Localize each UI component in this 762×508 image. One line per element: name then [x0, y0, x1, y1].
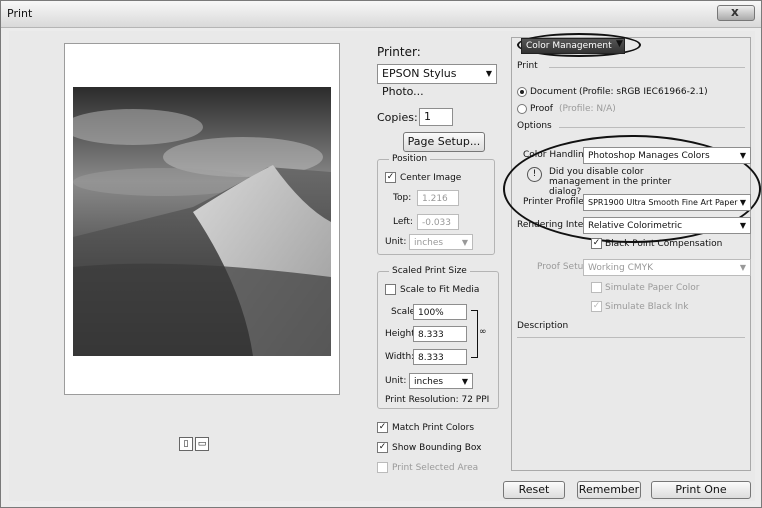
- proof-profile: (Profile: N/A): [559, 104, 616, 114]
- print-dialog: Print x ▯ ▭ Printer: EPSON Stylus Photo.…: [0, 0, 762, 508]
- print-selected-area-label: Print Selected Area: [392, 463, 479, 473]
- top-input[interactable]: 1.216: [417, 190, 459, 206]
- rendering-intent-select[interactable]: Relative Colorimetric ▼: [583, 217, 751, 234]
- close-button[interactable]: x: [717, 5, 755, 21]
- copies-label: Copies:: [377, 111, 418, 124]
- proof-setup-select[interactable]: Working CMYK ▼: [583, 259, 751, 276]
- close-icon: x: [731, 5, 739, 19]
- dune-photo: [73, 87, 331, 356]
- simulate-paper-label: Simulate Paper Color: [605, 283, 700, 293]
- width-input[interactable]: 8.333: [413, 349, 467, 365]
- panel-mode-select[interactable]: Color Management: [521, 38, 625, 54]
- printer-profile-value: SPR1900 Ultra Smooth Fine Art Paper: [588, 198, 738, 207]
- title-bar: Print x: [1, 1, 761, 28]
- show-bounding-box-checkbox[interactable]: ✓: [377, 442, 388, 453]
- printer-label: Printer:: [377, 45, 421, 59]
- chevron-down-icon: ▼: [739, 221, 746, 230]
- options-heading: Options: [517, 121, 552, 131]
- print-one-button[interactable]: Print One: [651, 481, 751, 499]
- scaled-unit-value: inches: [414, 377, 444, 387]
- scaled-print-size-legend: Scaled Print Size: [389, 266, 470, 276]
- printer-profile-select[interactable]: SPR1900 Ultra Smooth Fine Art Paper ▼: [583, 194, 751, 211]
- center-image-checkbox[interactable]: ✓: [385, 172, 396, 183]
- preview-image: [73, 87, 331, 356]
- show-bounding-box-label: Show Bounding Box: [392, 443, 482, 453]
- position-unit-value: inches: [414, 238, 444, 248]
- position-unit-select[interactable]: inches ▼: [409, 234, 473, 250]
- color-handling-select[interactable]: Photoshop Manages Colors ▼: [583, 147, 751, 164]
- landscape-orientation-icon[interactable]: ▭: [195, 437, 209, 451]
- position-unit-label: Unit:: [385, 237, 407, 247]
- info-icon: !: [527, 167, 542, 182]
- scale-to-fit-label: Scale to Fit Media: [400, 285, 480, 295]
- scale-input[interactable]: 100%: [413, 304, 467, 320]
- simulate-ink-checkbox[interactable]: ✓: [591, 301, 602, 312]
- center-image-label: Center Image: [400, 173, 462, 183]
- rendering-intent-value: Relative Colorimetric: [588, 221, 683, 231]
- chevron-down-icon: ▼: [739, 151, 746, 160]
- printer-profile-label: Printer Profile:: [523, 197, 587, 207]
- copies-input[interactable]: 1: [419, 108, 453, 126]
- scaled-unit-select[interactable]: inches ▼: [409, 373, 473, 389]
- scale-to-fit-checkbox[interactable]: [385, 284, 396, 295]
- color-handling-value: Photoshop Manages Colors: [588, 151, 710, 161]
- link-bracket: [471, 310, 478, 358]
- top-label: Top:: [393, 193, 412, 203]
- width-label: Width:: [385, 352, 415, 362]
- left-label: Left:: [393, 217, 413, 227]
- black-point-label: Black Point Compensation: [605, 239, 723, 249]
- color-management-panel: [511, 37, 751, 471]
- preview-controls: ▯ ▭: [179, 431, 211, 451]
- position-legend: Position: [389, 154, 431, 164]
- divider: [517, 337, 745, 338]
- portrait-orientation-icon[interactable]: ▯: [179, 437, 193, 451]
- printer-value: EPSON Stylus Photo...: [382, 67, 457, 98]
- chevron-down-icon: ▼: [739, 198, 746, 207]
- reset-button[interactable]: Reset: [503, 481, 565, 499]
- print-selected-area-checkbox[interactable]: [377, 462, 388, 473]
- dialog-body: ▯ ▭ Printer: EPSON Stylus Photo... ▼ Copie…: [9, 31, 761, 501]
- simulate-paper-checkbox[interactable]: [591, 282, 602, 293]
- window-title: Print: [7, 7, 33, 20]
- color-warning: Did you disable color management in the …: [549, 167, 672, 197]
- document-profile: (Profile: sRGB IEC61966-2.1): [579, 87, 708, 97]
- description-heading: Description: [517, 321, 569, 331]
- page-setup-button[interactable]: Page Setup...: [403, 132, 485, 152]
- proof-setup-value: Working CMYK: [588, 263, 654, 273]
- divider: [549, 67, 745, 68]
- match-print-colors-label: Match Print Colors: [392, 423, 475, 433]
- black-point-checkbox[interactable]: ✓: [591, 238, 602, 249]
- simulate-ink-label: Simulate Black Ink: [605, 302, 689, 312]
- printer-select[interactable]: EPSON Stylus Photo... ▼: [377, 64, 497, 98]
- print-heading: Print: [517, 61, 538, 71]
- document-label: Document: [530, 87, 577, 97]
- chevron-down-icon: ▼: [739, 263, 746, 272]
- print-resolution: Print Resolution: 72 PPI: [385, 395, 490, 405]
- chevron-down-icon: ▼: [461, 238, 468, 247]
- divider: [559, 127, 745, 128]
- height-input[interactable]: 8.333: [413, 326, 467, 342]
- scaled-unit-label: Unit:: [385, 376, 407, 386]
- match-print-colors-checkbox[interactable]: ✓: [377, 422, 388, 433]
- chevron-down-icon[interactable]: ▼: [616, 39, 623, 49]
- link-icon[interactable]: ∞: [479, 327, 487, 337]
- proof-radio[interactable]: [517, 104, 527, 114]
- panel-mode-value: Color Management: [526, 41, 612, 51]
- proof-label: Proof: [530, 104, 553, 114]
- document-radio[interactable]: [517, 87, 527, 97]
- chevron-down-icon: ▼: [461, 377, 468, 386]
- remember-button[interactable]: Remember: [577, 481, 641, 499]
- left-input[interactable]: -0.033: [417, 214, 459, 230]
- chevron-down-icon: ▼: [485, 69, 492, 78]
